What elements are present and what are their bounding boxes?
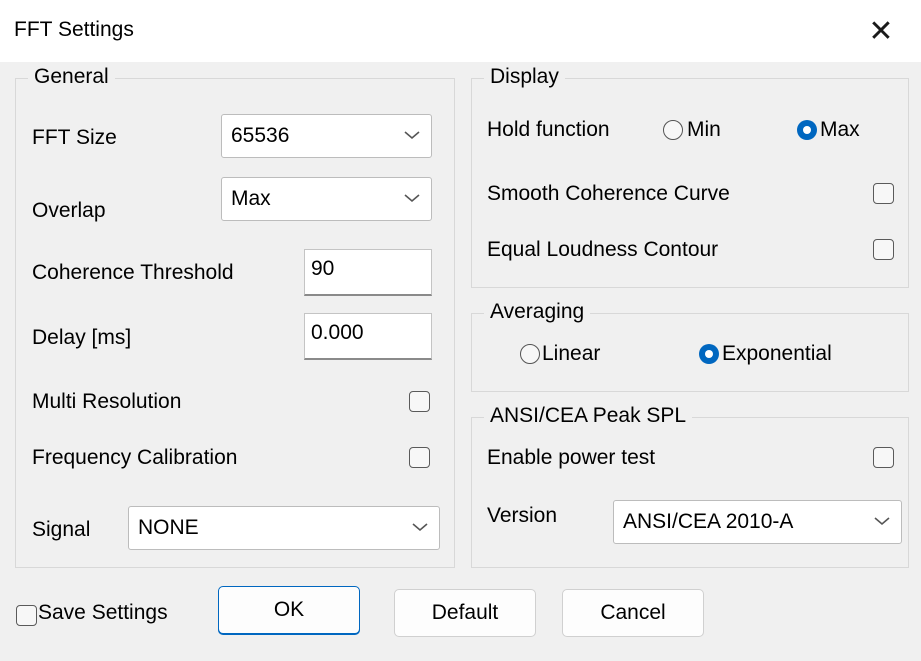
ansi-group: ANSI/CEA Peak SPL: [471, 404, 909, 568]
version-select[interactable]: ANSI/CEA 2010-A: [613, 500, 902, 544]
overlap-select[interactable]: Max: [221, 177, 432, 221]
fft-size-label: FFT Size: [32, 126, 117, 149]
frequency-calibration-label: Frequency Calibration: [32, 446, 238, 469]
display-legend: Display: [484, 65, 565, 89]
coherence-threshold-value: 90: [311, 257, 335, 280]
hold-function-label: Hold function: [487, 118, 610, 141]
chevron-down-icon: [874, 517, 890, 526]
delay-input[interactable]: 0.000: [304, 313, 432, 360]
smooth-coherence-label: Smooth Coherence Curve: [487, 182, 730, 205]
default-button[interactable]: Default: [394, 589, 536, 637]
ok-label: OK: [273, 598, 305, 621]
window-title: FFT Settings: [14, 18, 134, 41]
chevron-down-icon: [412, 523, 428, 532]
averaging-exponential-label: Exponential: [722, 342, 832, 365]
hold-min-label: Min: [687, 118, 721, 141]
power-test-label: Enable power test: [487, 446, 656, 469]
overlap-value: Max: [231, 187, 271, 210]
hold-min-radio[interactable]: [663, 120, 683, 140]
smooth-coherence-checkbox[interactable]: [873, 183, 894, 204]
power-test-checkbox[interactable]: [873, 447, 894, 468]
hold-max-radio[interactable]: [797, 120, 817, 140]
chevron-down-icon: [404, 131, 420, 140]
signal-select[interactable]: NONE: [128, 506, 440, 550]
ansi-legend: ANSI/CEA Peak SPL: [484, 404, 693, 428]
chevron-down-icon: [404, 194, 420, 203]
averaging-linear-radio[interactable]: [520, 344, 540, 364]
signal-value: NONE: [138, 516, 199, 539]
coherence-threshold-label: Coherence Threshold: [32, 261, 234, 284]
save-settings-checkbox[interactable]: [16, 605, 37, 626]
equal-loudness-label: Equal Loudness Contour: [487, 238, 719, 261]
averaging-legend: Averaging: [484, 300, 591, 324]
title-bar: FFT Settings ✕: [0, 0, 921, 62]
delay-value: 0.000: [311, 321, 364, 344]
fft-size-value: 65536: [231, 124, 290, 147]
cancel-button[interactable]: Cancel: [562, 589, 704, 637]
general-legend: General: [28, 65, 115, 89]
version-value: ANSI/CEA 2010-A: [623, 510, 794, 533]
multi-resolution-checkbox[interactable]: [409, 391, 430, 412]
version-label: Version: [487, 504, 558, 527]
close-icon: ✕: [868, 14, 894, 48]
overlap-label: Overlap: [32, 199, 106, 222]
equal-loudness-checkbox[interactable]: [873, 239, 894, 260]
close-button[interactable]: ✕: [841, 0, 921, 62]
frequency-calibration-checkbox[interactable]: [409, 447, 430, 468]
averaging-exponential-radio[interactable]: [699, 344, 719, 364]
signal-label: Signal: [32, 518, 91, 541]
default-label: Default: [431, 601, 499, 624]
hold-max-label: Max: [820, 118, 860, 141]
ok-button[interactable]: OK: [218, 586, 360, 634]
cancel-label: Cancel: [600, 601, 666, 624]
coherence-threshold-input[interactable]: 90: [304, 249, 432, 296]
save-settings-label: Save Settings: [38, 601, 168, 624]
delay-label: Delay [ms]: [32, 326, 132, 349]
averaging-linear-label: Linear: [542, 342, 601, 365]
multi-resolution-label: Multi Resolution: [32, 390, 182, 413]
fft-size-select[interactable]: 65536: [221, 114, 432, 158]
